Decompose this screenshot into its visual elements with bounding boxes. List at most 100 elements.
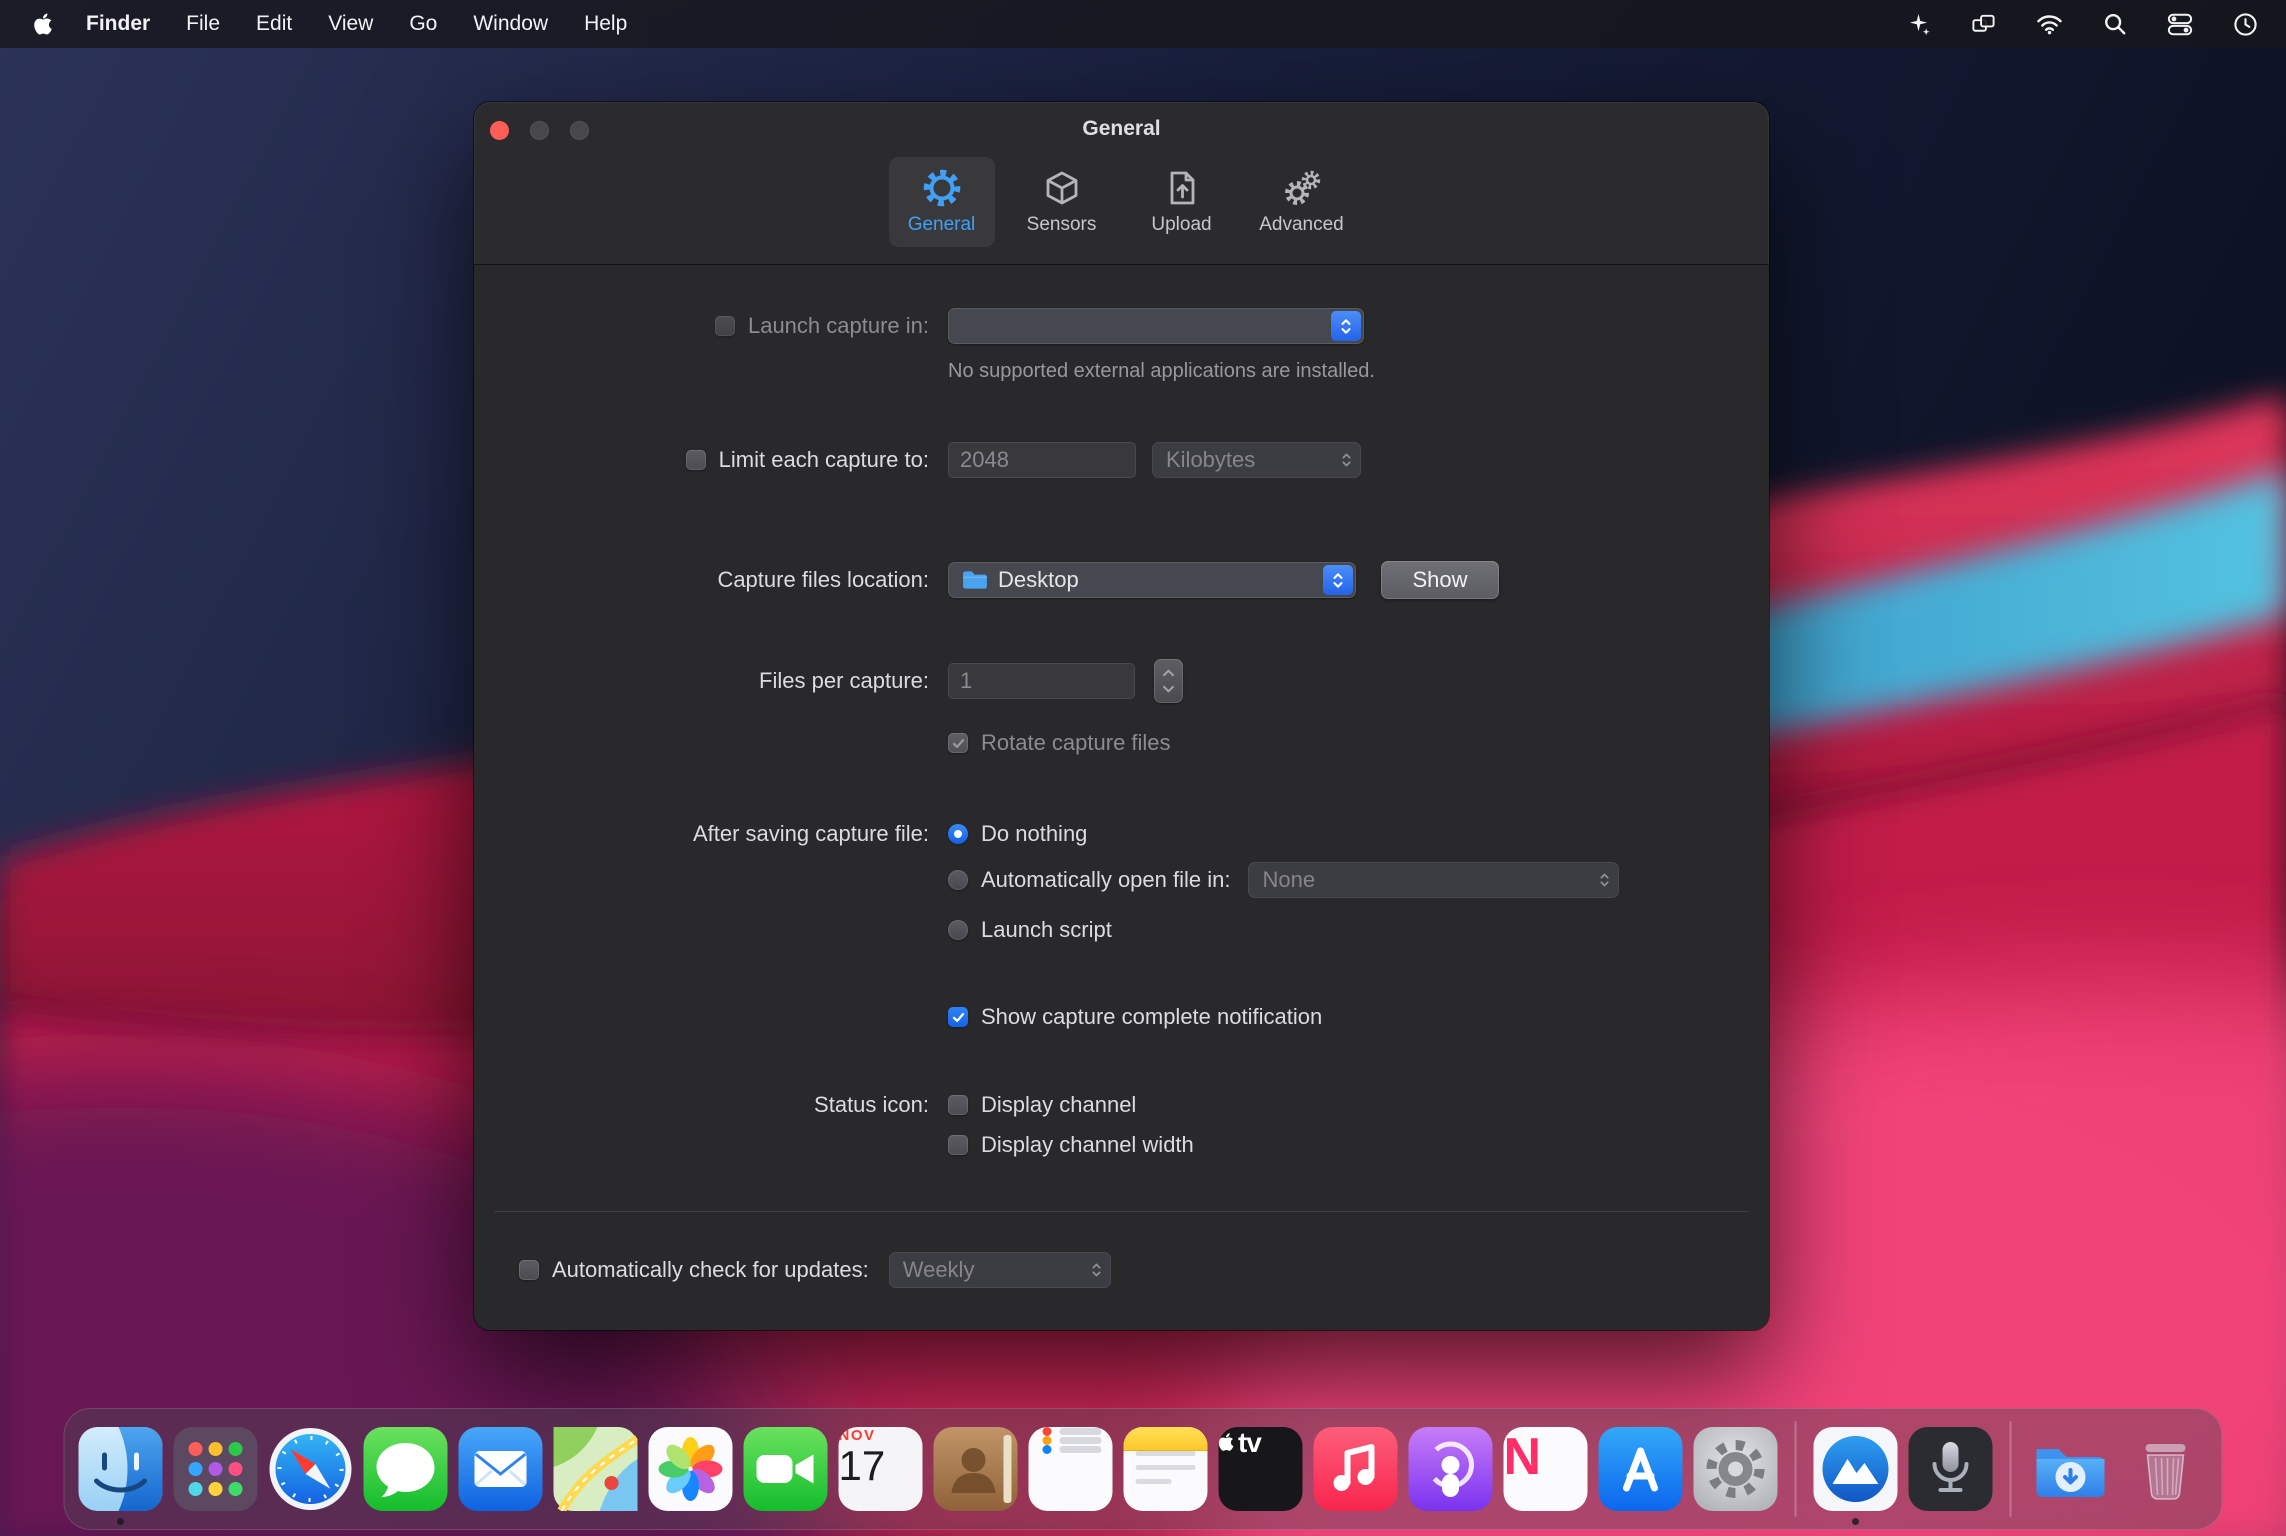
dock-finder[interactable]	[78, 1427, 163, 1525]
dock-downloads-folder[interactable]	[2029, 1427, 2113, 1511]
auto-open-radio[interactable]	[948, 870, 968, 890]
dock-maps[interactable]	[553, 1427, 638, 1511]
check-icon	[952, 738, 964, 748]
dock-facetime[interactable]	[743, 1427, 828, 1511]
capture-app-icon	[1813, 1427, 1898, 1511]
apple-menu-icon[interactable]	[28, 12, 68, 36]
dock-music[interactable]	[1313, 1427, 1398, 1511]
photos-icon	[648, 1427, 733, 1511]
menu-edit[interactable]: Edit	[238, 12, 310, 36]
updates-checkbox[interactable]	[519, 1260, 539, 1280]
capture-location-value: Desktop	[998, 567, 1079, 592]
wifi-icon[interactable]	[2036, 14, 2063, 35]
tab-label: Upload	[1151, 214, 1212, 235]
dock-app-store[interactable]	[1598, 1427, 1683, 1511]
notification-label: Show capture complete notification	[981, 1004, 1323, 1029]
spotlight-search-icon[interactable]	[2103, 12, 2127, 36]
general-pane: Launch capture in: No supported external…	[474, 265, 1769, 1330]
limit-size-field[interactable]	[948, 442, 1136, 478]
dock-calendar[interactable]: NOV 17	[838, 1427, 923, 1511]
dock-photos[interactable]	[648, 1427, 733, 1511]
files-per-capture-stepper[interactable]	[1154, 659, 1183, 703]
auto-open-label: Automatically open file in:	[981, 867, 1231, 892]
launch-script-label: Launch script	[981, 917, 1112, 942]
chevron-up-icon	[1162, 669, 1175, 676]
menu-file[interactable]: File	[168, 12, 238, 36]
updates-value: Weekly	[902, 1257, 975, 1282]
limit-unit-popup[interactable]: Kilobytes	[1152, 442, 1361, 478]
display-channel-checkbox[interactable]	[948, 1095, 968, 1115]
dock-microphone-app[interactable]	[1908, 1427, 1993, 1511]
messages-icon	[363, 1427, 448, 1511]
launch-capture-note: No supported external applications are i…	[948, 360, 1375, 382]
row-status-icon-2: Display channel width	[474, 1130, 1769, 1160]
row-status-icon-1: Status icon: Display channel	[474, 1090, 1769, 1120]
menu-window[interactable]: Window	[455, 12, 566, 36]
dock-trash[interactable]	[2124, 1427, 2208, 1511]
files-per-capture-field[interactable]	[948, 663, 1135, 699]
display-channel-width-checkbox[interactable]	[948, 1135, 968, 1155]
display-channel-label: Display channel	[981, 1092, 1137, 1117]
updates-popup[interactable]: Weekly	[888, 1252, 1111, 1288]
dock-separator	[1794, 1421, 1797, 1517]
auto-open-popup[interactable]: None	[1248, 862, 1620, 898]
menu-go[interactable]: Go	[391, 12, 455, 36]
row-updates: Automatically check for updates: Weekly	[474, 1250, 1769, 1290]
limit-capture-checkbox[interactable]	[685, 450, 706, 470]
display-channel-width-label: Display channel width	[981, 1132, 1194, 1157]
tile-windows-icon[interactable]	[1971, 12, 1996, 37]
news-icon: N	[1503, 1427, 1588, 1511]
menu-bar: Finder File Edit View Go Window Help	[0, 0, 2286, 48]
popup-chevrons-icon	[1340, 451, 1353, 470]
menu-help[interactable]: Help	[566, 12, 645, 36]
finder-icon	[78, 1427, 163, 1511]
running-indicator	[117, 1518, 124, 1525]
dock-contacts[interactable]	[933, 1427, 1018, 1511]
dock-capture-app[interactable]	[1813, 1427, 1898, 1525]
dock-messages[interactable]	[363, 1427, 448, 1511]
show-button[interactable]: Show	[1381, 561, 1499, 599]
dock-news[interactable]: N	[1503, 1427, 1588, 1511]
menu-app-name[interactable]: Finder	[68, 12, 168, 36]
menu-view[interactable]: View	[310, 12, 391, 36]
dock: NOV 17 tv N	[63, 1408, 2223, 1530]
dock-mail[interactable]	[458, 1427, 543, 1511]
do-nothing-radio[interactable]	[948, 824, 968, 844]
popup-chevrons-icon	[1598, 871, 1611, 890]
launch-capture-popup[interactable]	[948, 308, 1364, 344]
launch-capture-checkbox[interactable]	[714, 316, 735, 336]
tab-label: Sensors	[1026, 214, 1097, 235]
row-after-saving: After saving capture file: Do nothing	[474, 819, 1769, 849]
dock-reminders[interactable]	[1028, 1427, 1113, 1511]
popup-chevrons-icon	[1323, 565, 1353, 595]
files-per-capture-label: Files per capture:	[759, 668, 929, 693]
dock-system-preferences[interactable]	[1693, 1427, 1778, 1511]
dock-tv[interactable]: tv	[1218, 1427, 1303, 1511]
rotate-files-checkbox[interactable]	[948, 733, 968, 753]
cube-icon	[1046, 171, 1077, 205]
wand-icon[interactable]	[1906, 12, 1931, 37]
capture-location-popup[interactable]: Desktop	[948, 562, 1356, 598]
row-auto-open: Automatically open file in: None	[474, 861, 1769, 899]
tab-sensors[interactable]: Sensors	[1009, 157, 1115, 247]
auto-open-value: None	[1262, 867, 1316, 892]
row-notification: Show capture complete notification	[474, 1002, 1769, 1032]
clock-icon[interactable]	[2233, 12, 2258, 37]
tab-advanced[interactable]: Advanced	[1249, 157, 1355, 247]
tv-label: tv	[1237, 1427, 1262, 1458]
app-store-icon	[1598, 1427, 1683, 1511]
dock-podcasts[interactable]	[1408, 1427, 1493, 1511]
notes-icon	[1123, 1427, 1208, 1511]
dock-launchpad[interactable]	[173, 1427, 258, 1511]
dock-notes[interactable]	[1123, 1427, 1208, 1511]
dock-safari[interactable]	[269, 1427, 353, 1511]
launch-script-radio[interactable]	[948, 920, 968, 940]
tab-label: Advanced	[1259, 214, 1344, 235]
podcasts-icon	[1408, 1427, 1493, 1511]
control-center-icon[interactable]	[2167, 12, 2193, 37]
rotate-files-label: Rotate capture files	[981, 730, 1171, 755]
tab-upload[interactable]: Upload	[1129, 157, 1235, 247]
notification-checkbox[interactable]	[948, 1007, 968, 1027]
tab-general[interactable]: General	[888, 157, 995, 247]
microphone-app-icon	[1908, 1427, 1993, 1511]
